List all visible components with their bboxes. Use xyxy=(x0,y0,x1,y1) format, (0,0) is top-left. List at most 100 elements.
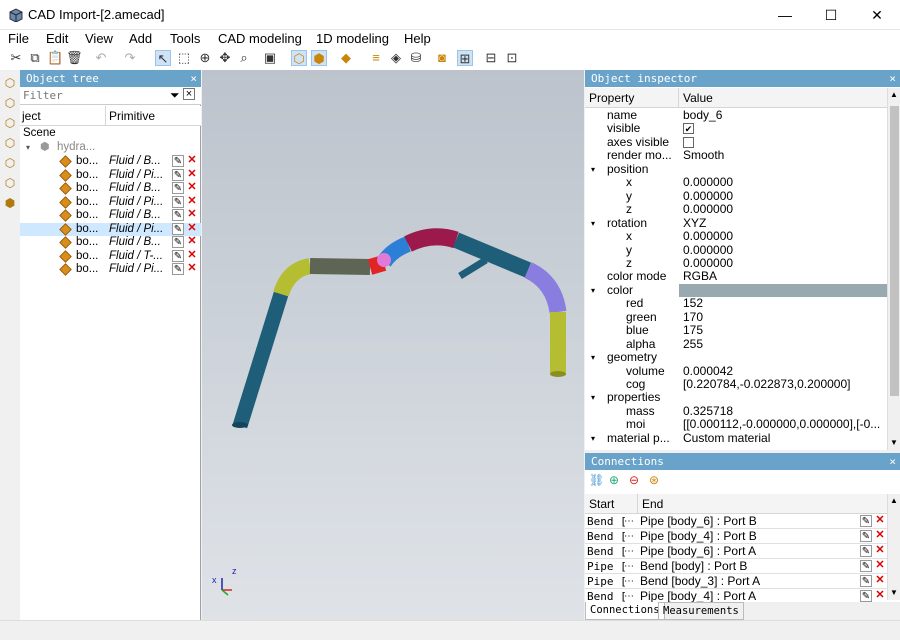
edit-icon[interactable]: ✎ xyxy=(172,195,184,208)
cube-tool-icon[interactable]: ⬡ xyxy=(3,96,17,110)
inspector-row[interactable]: visible ✔ xyxy=(585,122,887,136)
cube-tool-icon[interactable]: ⬡ xyxy=(3,176,17,190)
property-value[interactable]: 0.000042 xyxy=(683,365,733,379)
inspector-row[interactable]: y 0.000000 xyxy=(585,244,887,258)
inspector-row[interactable]: axes visible xyxy=(585,136,887,150)
3d-viewport[interactable]: z x xyxy=(202,70,584,620)
scroll-down-icon[interactable]: ▼ xyxy=(890,588,898,597)
property-value[interactable]: [0.220784,-0.022873,0.200000] xyxy=(683,378,850,392)
property-value[interactable]: [[0.000112,-0.000000,0.000000],[-0... xyxy=(683,418,880,432)
inspector-row[interactable]: ▾ material p... Custom material xyxy=(585,432,887,446)
delete-icon[interactable]: ✕ xyxy=(186,236,198,248)
cube-solid-icon[interactable]: ⬢ xyxy=(3,196,17,210)
tree-item[interactable]: bo... Fluid / B... ✎ ✕ xyxy=(20,182,201,196)
more-icon[interactable]: ⋯ xyxy=(624,574,634,589)
menu-file[interactable]: File xyxy=(8,31,29,46)
property-value[interactable]: Smooth xyxy=(683,149,724,163)
col-value[interactable]: Value xyxy=(678,88,713,108)
paste-icon[interactable]: 📋 xyxy=(47,50,63,66)
pipe-segment[interactable] xyxy=(232,291,289,429)
tree-item[interactable]: bo... Fluid / Pi... ✎ ✕ xyxy=(20,222,201,236)
edit-icon[interactable]: ✎ xyxy=(172,236,184,248)
close-panel-icon[interactable]: × xyxy=(889,453,896,470)
fit-view-icon[interactable]: ▣ xyxy=(262,50,278,66)
expand-arrow-icon[interactable]: ▾ xyxy=(591,217,595,231)
tab-connections[interactable]: Connections xyxy=(585,602,665,620)
edit-icon[interactable]: ✎ xyxy=(860,545,872,557)
tree-item[interactable]: bo... Fluid / B... ✎ ✕ xyxy=(20,236,201,250)
wireframe-view-icon[interactable]: ⬢ xyxy=(311,50,327,66)
filter-icon[interactable]: ⏷ xyxy=(170,88,180,103)
property-value[interactable]: RGBA xyxy=(683,270,717,284)
edit-icon[interactable]: ✎ xyxy=(860,590,872,602)
more-icon[interactable]: ⋯ xyxy=(624,529,634,544)
menu-add[interactable]: Add xyxy=(129,31,152,46)
property-value[interactable]: XYZ xyxy=(683,217,706,231)
add-connection-icon[interactable]: ⊕ xyxy=(609,473,619,487)
inspector-row[interactable]: red 152 xyxy=(585,297,887,311)
delete-icon[interactable]: ✕ xyxy=(186,223,198,235)
inspector-row[interactable]: ▾ color xyxy=(585,283,887,298)
delete-icon[interactable]: ✕ xyxy=(186,169,198,181)
inspector-row[interactable]: ▾ rotation XYZ xyxy=(585,217,887,231)
inspector-row[interactable]: cog [0.220784,-0.022873,0.200000] xyxy=(585,378,887,392)
cube-tool-icon[interactable]: ⬡ xyxy=(3,116,17,130)
property-value[interactable]: 0.000000 xyxy=(683,257,733,271)
close-panel-icon[interactable]: × xyxy=(190,70,197,87)
scroll-up-icon[interactable]: ▲ xyxy=(890,90,898,99)
expand-arrow-icon[interactable]: ▾ xyxy=(591,391,595,405)
expand-arrow-icon[interactable]: ▾ xyxy=(591,432,595,446)
col-object[interactable]: ject xyxy=(22,106,41,126)
col-end[interactable]: End xyxy=(637,494,663,514)
connections-scrollbar[interactable]: ▲ ▼ xyxy=(887,494,900,600)
inspector-row[interactable]: blue 175 xyxy=(585,324,887,338)
inspector-row[interactable]: y 0.000000 xyxy=(585,190,887,204)
property-value[interactable]: 0.000000 xyxy=(683,176,733,190)
inspector-row[interactable]: render mo... Smooth xyxy=(585,149,887,163)
inspector-row[interactable]: volume 0.000042 xyxy=(585,365,887,379)
clear-filter-icon[interactable]: × xyxy=(183,88,195,100)
tree-item[interactable]: bo... Fluid / T-... ✎ ✕ xyxy=(20,249,201,264)
property-value[interactable]: 0.000000 xyxy=(683,244,733,258)
import-icon[interactable]: ⊡ xyxy=(504,50,520,66)
pan-icon[interactable]: ✥ xyxy=(217,50,233,66)
bend-segment[interactable] xyxy=(404,228,459,252)
inspector-row[interactable]: mass 0.325718 xyxy=(585,405,887,419)
link-icon[interactable]: ⛓ xyxy=(589,473,604,487)
menu-1d-modeling[interactable]: 1D modeling xyxy=(316,31,389,46)
delete-icon[interactable]: ✕ xyxy=(186,209,198,221)
delete-icon[interactable]: ✕ xyxy=(874,575,886,587)
delete-icon[interactable]: ✕ xyxy=(186,263,198,275)
pipe-segment[interactable] xyxy=(309,258,371,275)
inspector-row[interactable]: name body_6 xyxy=(585,109,887,123)
maximize-button[interactable]: ☐ xyxy=(808,0,854,30)
property-value[interactable]: 255 xyxy=(683,338,703,352)
redo-icon[interactable]: ↷ xyxy=(122,50,138,66)
cut-icon[interactable]: ✂ xyxy=(8,50,24,66)
tab-measurements[interactable]: Measurements xyxy=(658,602,744,620)
pipe-segment[interactable] xyxy=(452,232,532,278)
component-icon[interactable]: ◈ xyxy=(388,50,404,66)
bend-segment[interactable] xyxy=(273,258,312,297)
inspector-scrollbar[interactable]: ▲ ▼ xyxy=(887,88,900,450)
inspector-row[interactable]: z 0.000000 xyxy=(585,203,887,217)
expand-arrow-icon[interactable]: ▾ xyxy=(591,163,595,177)
network-icon[interactable]: ⊞ xyxy=(457,50,473,66)
port-marker[interactable] xyxy=(377,253,391,267)
select-arrow-icon[interactable]: ↖ xyxy=(155,50,171,66)
tree-item[interactable]: bo... Fluid / B... ✎ ✕ xyxy=(20,209,201,223)
expand-arrow-icon[interactable]: ▾ xyxy=(591,351,595,365)
undo-icon[interactable]: ↶ xyxy=(93,50,109,66)
filter-input[interactable] xyxy=(20,87,168,104)
connection-row[interactable]: Pipe [⋯ Bend [body] : Port B ✎ ✕ xyxy=(585,559,887,574)
camera-icon[interactable]: ◙ xyxy=(434,50,450,66)
solid-view-icon[interactable]: ⬡ xyxy=(291,50,307,66)
inspector-row[interactable]: ▾ properties xyxy=(585,391,887,405)
edit-icon[interactable]: ✎ xyxy=(172,168,184,181)
cylinder-icon[interactable]: ⛁ xyxy=(408,50,424,66)
more-icon[interactable]: ⋯ xyxy=(624,559,634,574)
delete-icon[interactable]: ✕ xyxy=(186,182,198,194)
menu-edit[interactable]: Edit xyxy=(46,31,68,46)
delete-icon[interactable]: ✕ xyxy=(874,560,886,572)
inspector-row[interactable]: z 0.000000 xyxy=(585,257,887,271)
